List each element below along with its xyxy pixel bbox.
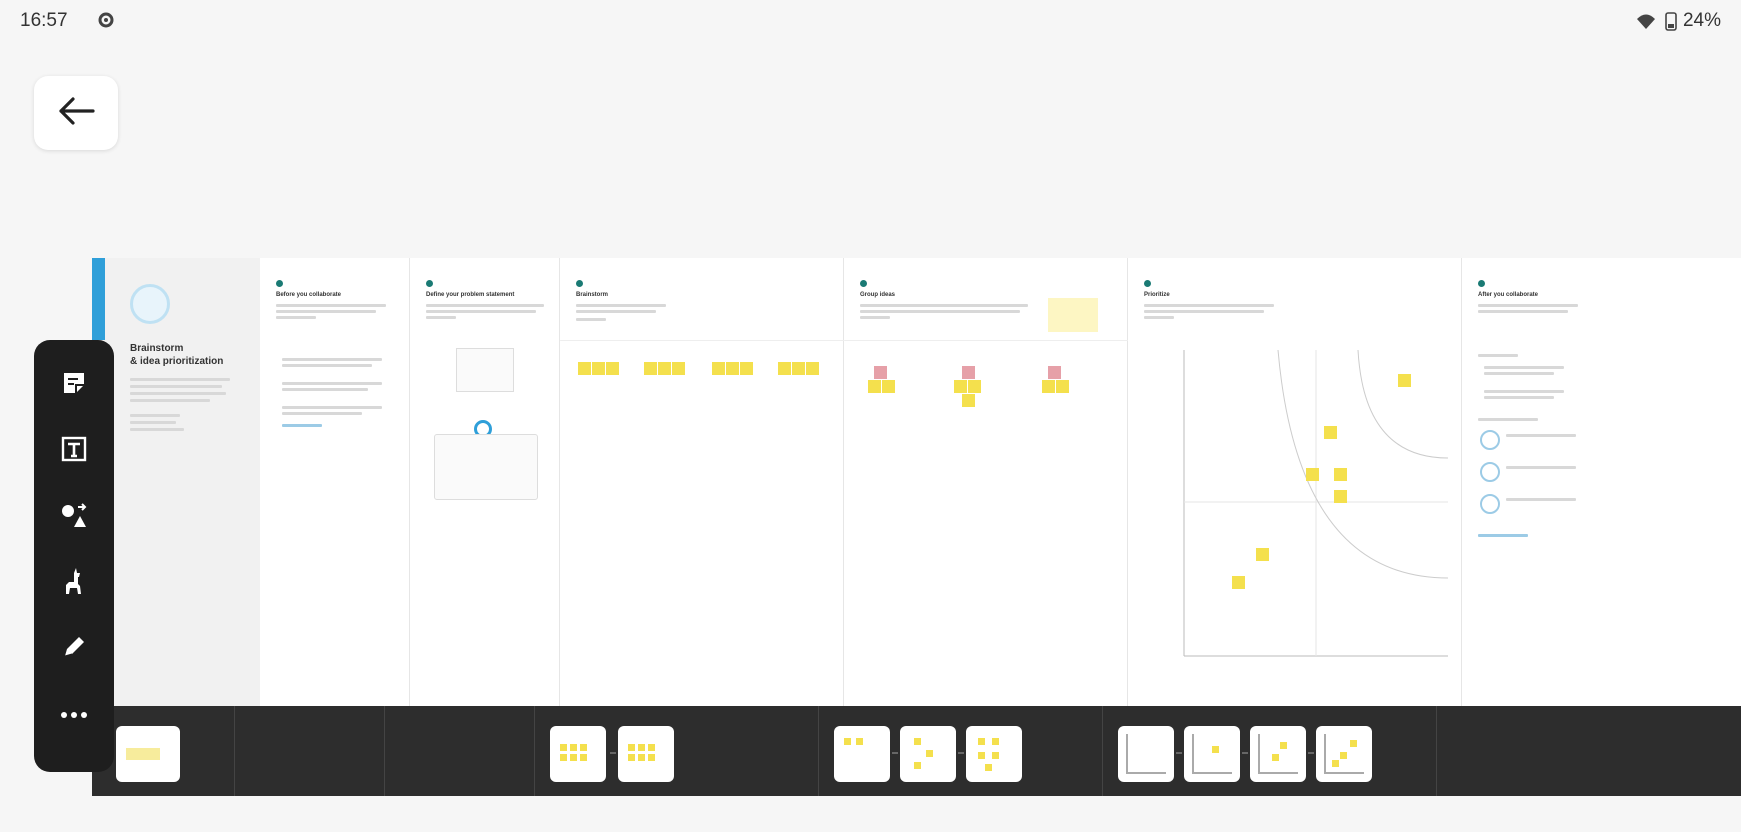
frames-thumbnail-strip[interactable] — [92, 706, 1741, 796]
battery-icon — [1665, 11, 1677, 31]
battery-percent: 24% — [1682, 10, 1721, 31]
status-bar: 16:57 24% — [0, 0, 1741, 44]
status-right: 24% — [1633, 10, 1721, 32]
cover-title: Brainstorm & idea prioritization — [130, 343, 224, 367]
clock: 16:57 — [20, 10, 68, 31]
templates-tool[interactable] — [49, 558, 99, 608]
thumbnail-prioritize-2[interactable] — [1184, 726, 1240, 782]
frame-after-you-collaborate[interactable]: After you collaborate — [1462, 258, 1741, 706]
frame-before-you-collaborate[interactable]: Before you collaborate — [260, 258, 410, 706]
prioritization-grid — [1183, 349, 1449, 657]
frame-brainstorm[interactable]: Brainstorm — [560, 258, 844, 706]
pencil-icon — [61, 634, 87, 665]
wifi-icon — [1633, 11, 1659, 31]
frame-group-ideas[interactable]: Group ideas — [844, 258, 1128, 706]
cover-tab — [92, 258, 105, 340]
whiteboard-canvas[interactable]: Brainstorm & idea prioritization Before … — [92, 258, 1741, 796]
thumbnail-prioritize-1[interactable] — [1118, 726, 1174, 782]
thumbnail-prioritize-4[interactable] — [1316, 726, 1372, 782]
thumbnail-group-1[interactable] — [834, 726, 890, 782]
sticky-note-icon — [61, 370, 87, 401]
arrow-left-icon — [57, 96, 95, 130]
thumbnail-brainstorm-2[interactable] — [618, 726, 674, 782]
more-icon — [60, 706, 88, 724]
tools-toolbar — [34, 340, 114, 772]
text-tool[interactable] — [49, 426, 99, 476]
cover-frame[interactable]: Brainstorm & idea prioritization — [92, 258, 260, 706]
pen-tool[interactable] — [49, 624, 99, 674]
back-button[interactable] — [34, 76, 118, 150]
llama-icon — [61, 566, 87, 601]
thumbnail-group-3[interactable] — [966, 726, 1022, 782]
more-tools-button[interactable] — [49, 690, 99, 740]
shapes-icon — [60, 501, 88, 534]
gear-icon — [96, 10, 116, 30]
thumbnail-prioritize-3[interactable] — [1250, 726, 1306, 782]
template-logo-icon — [130, 284, 170, 324]
thumbnail-group-2[interactable] — [900, 726, 956, 782]
sticky-note-tool[interactable] — [49, 360, 99, 410]
frame-prioritize[interactable]: Prioritize — [1128, 258, 1462, 706]
thumbnail-cover[interactable] — [116, 726, 180, 782]
shapes-tool[interactable] — [49, 492, 99, 542]
text-icon — [61, 436, 87, 467]
thumbnail-brainstorm-1[interactable] — [550, 726, 606, 782]
frame-define-problem[interactable]: Define your problem statement — [410, 258, 560, 706]
